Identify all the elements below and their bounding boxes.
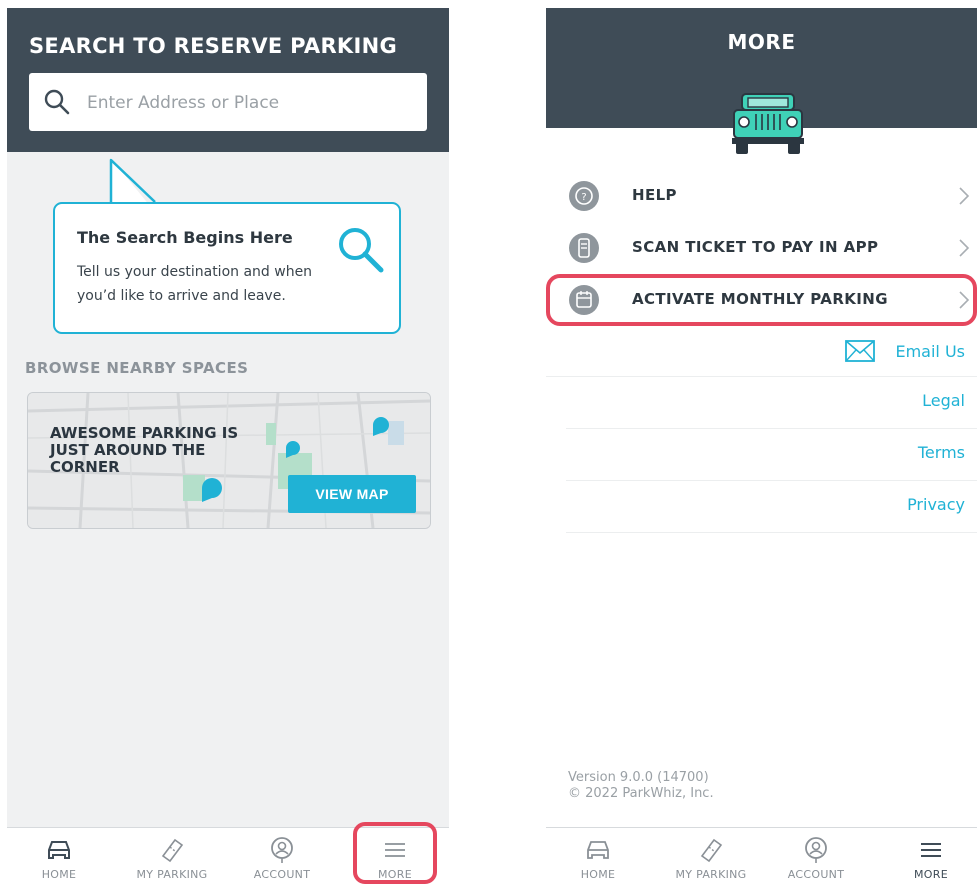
tab-bar: HOME MY PARKING ACCOUNT MORE xyxy=(546,827,977,886)
jeep-icon xyxy=(732,93,804,154)
menu-label: HELP xyxy=(632,186,677,204)
page-title: SEARCH TO RESERVE PARKING xyxy=(29,34,398,58)
car-icon xyxy=(48,841,70,859)
tab-home[interactable]: HOME xyxy=(9,828,109,886)
tab-home[interactable]: HOME xyxy=(548,828,648,886)
ticket-icon xyxy=(161,838,184,863)
version-info: Version 9.0.0 (14700) © 2022 ParkWhiz, I… xyxy=(568,770,714,802)
terms-label: Terms xyxy=(917,443,965,462)
menu-icon xyxy=(921,843,941,857)
legal-link[interactable]: Legal xyxy=(566,376,977,429)
more-tab-highlight xyxy=(353,822,437,884)
tab-label: MORE xyxy=(914,868,948,881)
map-headline: AWESOME PARKING IS JUST AROUND THE CORNE… xyxy=(50,424,239,476)
magnifier-icon xyxy=(339,228,384,273)
email-us-label: Email Us xyxy=(895,342,965,361)
search-header: SEARCH TO RESERVE PARKING xyxy=(7,8,449,152)
menu-label: SCAN TICKET TO PAY IN APP xyxy=(632,238,879,256)
tab-account[interactable]: ACCOUNT xyxy=(232,828,332,886)
monthly-parking-highlight xyxy=(546,274,977,326)
nearby-map-card[interactable]: AWESOME PARKING IS JUST AROUND THE CORNE… xyxy=(27,392,431,529)
chevron-right-icon xyxy=(959,187,970,205)
search-input[interactable] xyxy=(85,73,419,133)
envelope-icon xyxy=(845,340,875,362)
account-icon xyxy=(271,837,293,863)
tab-account[interactable]: ACCOUNT xyxy=(766,828,866,886)
menu-item-scan-ticket[interactable]: SCAN TICKET TO PAY IN APP xyxy=(546,222,977,272)
terms-link[interactable]: Terms xyxy=(566,428,977,481)
help-icon: ? xyxy=(569,181,599,211)
version-text: Version 9.0.0 (14700) xyxy=(568,770,709,785)
browse-nearby-heading: BROWSE NEARBY SPACES xyxy=(25,359,249,377)
ticket-icon xyxy=(700,838,723,863)
car-icon xyxy=(587,841,609,859)
tip-title: The Search Begins Here xyxy=(77,228,293,247)
copyright-text: © 2022 ParkWhiz, Inc. xyxy=(568,786,714,801)
tab-label: HOME xyxy=(41,868,77,881)
home-screen: SEARCH TO RESERVE PARKING The Search Beg… xyxy=(7,8,449,886)
search-tip-card: The Search Begins Here Tell us your dest… xyxy=(53,202,401,334)
tab-my-parking[interactable]: MY PARKING xyxy=(661,828,761,886)
tab-more[interactable]: MORE xyxy=(881,828,977,886)
scan-ticket-icon xyxy=(569,233,599,263)
privacy-link[interactable]: Privacy xyxy=(566,480,977,533)
tip-text: Tell us your destination and when you’d … xyxy=(77,264,313,304)
tab-label: ACCOUNT xyxy=(787,868,845,881)
legal-label: Legal xyxy=(922,391,965,410)
chevron-right-icon xyxy=(959,239,970,257)
search-box[interactable] xyxy=(29,73,427,133)
tab-label: ACCOUNT xyxy=(253,868,311,881)
tab-label: HOME xyxy=(580,868,616,881)
menu-item-help[interactable]: ? HELP xyxy=(546,170,977,220)
search-icon xyxy=(44,89,70,115)
more-screen: MORE ? HELP SCAN TICKET TO PAY IN APP AC… xyxy=(546,8,977,886)
tab-label: MY PARKING xyxy=(675,868,747,881)
tab-my-parking[interactable]: MY PARKING xyxy=(122,828,222,886)
page-title: MORE xyxy=(727,30,796,54)
privacy-label: Privacy xyxy=(907,495,965,514)
email-us-link[interactable]: Email Us xyxy=(546,330,977,377)
tab-label: MY PARKING xyxy=(136,868,208,881)
view-map-button[interactable]: VIEW MAP xyxy=(288,475,416,513)
account-icon xyxy=(805,837,827,863)
svg-text:?: ? xyxy=(581,192,586,203)
